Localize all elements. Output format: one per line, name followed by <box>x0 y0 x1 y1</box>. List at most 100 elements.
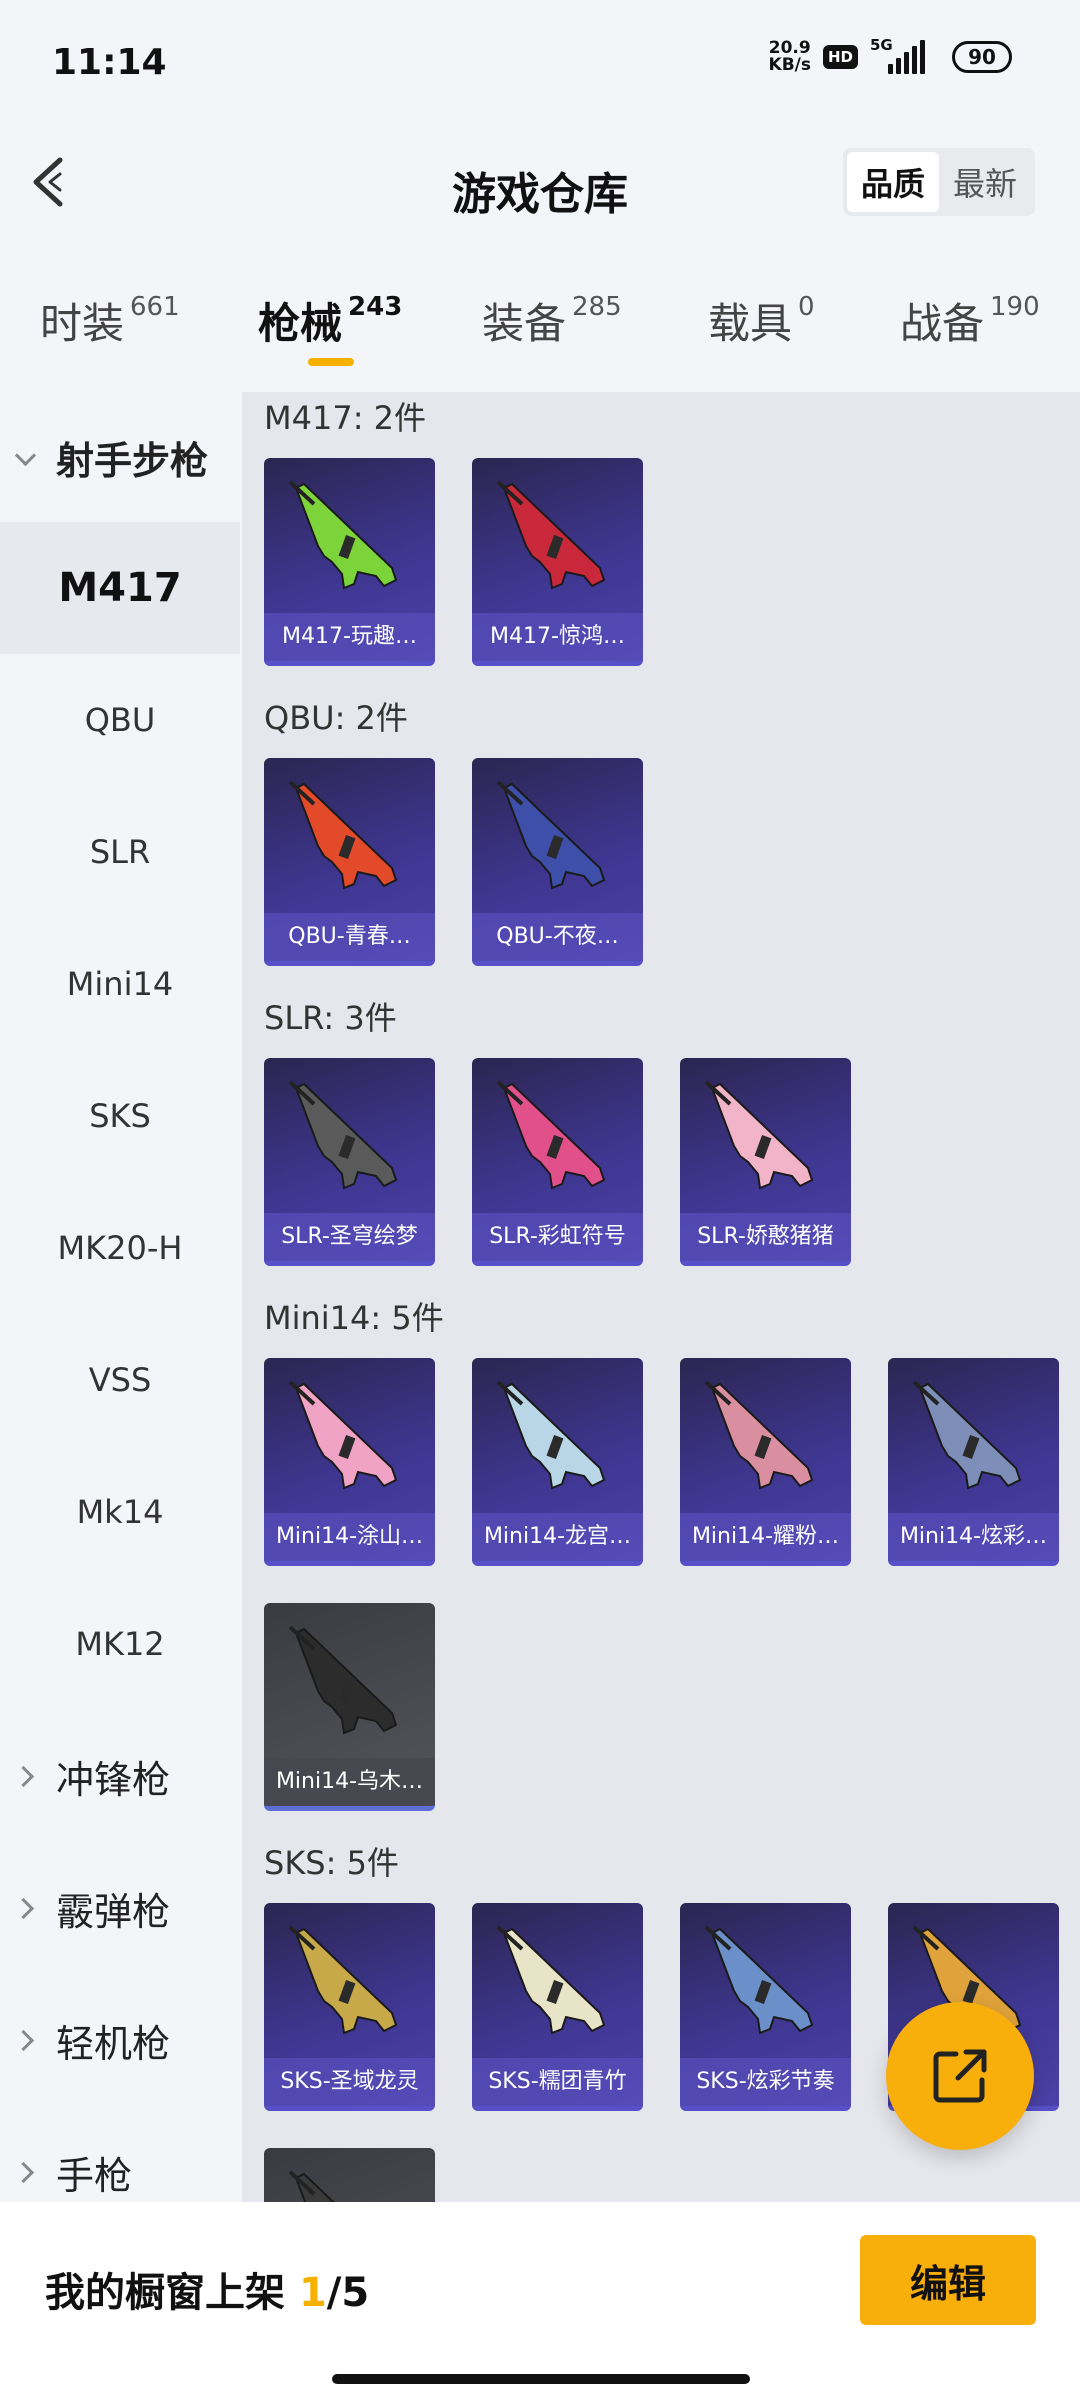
sidebar-item-vss[interactable]: VSS <box>0 1314 240 1446</box>
header: 游戏仓库 品质 最新 <box>0 130 1080 240</box>
rifle-icon <box>496 480 606 590</box>
status-bar: 11:14 20.9 KB/s HD 5G 90 <box>0 0 1080 120</box>
rifle-icon <box>912 1380 1022 1490</box>
weapon-skin-card[interactable]: SLR-彩虹符号 <box>472 1058 643 1266</box>
weapon-skin-card[interactable]: M417-玩趣… <box>264 458 435 666</box>
sidebar-item-qbu[interactable]: QBU <box>0 654 240 786</box>
sidebar-group-marksman-rifles[interactable]: 射手步枪 <box>0 392 240 522</box>
weapon-skin-card[interactable]: M417-惊鸿… <box>472 458 643 666</box>
rifle-icon <box>496 1925 606 2035</box>
weapon-skin-card[interactable]: SKS-圣域龙灵 <box>264 1903 435 2111</box>
weapon-section: Mini14: 5件 Mini14-涂山… Mini14-龙宫… Mini14-耀粉…… <box>242 1292 1080 1811</box>
rifle-icon <box>288 1625 398 1735</box>
sidebar-item-mk14[interactable]: Mk14 <box>0 1446 240 1578</box>
weapon-section: SLR: 3件 SLR-圣穹绘梦 SLR-彩虹符号 SLR-娇憨猪猪 <box>242 992 1080 1266</box>
section-title: SLR: 3件 <box>264 999 397 1037</box>
back-button[interactable] <box>22 152 82 212</box>
sections-root: M417: 2件 M417-玩趣… M417-惊鸿… QBU: 2件 QBU-青春… QB… <box>242 392 1080 2202</box>
sidebar-item-sks[interactable]: SKS <box>0 1050 240 1182</box>
rifle-icon <box>288 780 398 890</box>
rifle-icon <box>288 1925 398 2035</box>
sort-quality-option[interactable]: 品质 <box>847 152 939 212</box>
category-tabs: 时装 661 枪械 243 装备 285 载具 0 战备 190 <box>0 280 1080 390</box>
chevron-right-icon <box>16 1897 38 1919</box>
weapon-skin-name: SKS-炫彩节奏 <box>680 2058 851 2106</box>
weapon-skin-name: SLR-娇憨猪猪 <box>680 1213 851 1261</box>
rifle-icon <box>704 1925 814 2035</box>
sidebar-item-mk20h[interactable]: MK20-H <box>0 1182 240 1314</box>
sidebar-group-shotgun[interactable]: 霰弹枪 <box>0 1842 240 1974</box>
weapon-skin-card[interactable]: Mini14-乌木… <box>264 1603 435 1811</box>
rifle-icon <box>704 1380 814 1490</box>
category-sidebar: 射手步枪 M417 QBU SLR Mini14 SKS MK20-H VSS … <box>0 392 240 2202</box>
rifle-icon <box>496 1080 606 1190</box>
weapon-skin-card[interactable] <box>264 2148 435 2202</box>
sidebar-item-m417[interactable]: M417 <box>0 522 240 654</box>
hd-icon: HD <box>822 45 858 69</box>
weapon-section: QBU: 2件 QBU-青春… QBU-不夜… <box>242 692 1080 966</box>
weapon-skin-card[interactable]: SLR-娇憨猪猪 <box>680 1058 851 1266</box>
showcase-total-count: /5 <box>326 2270 370 2316</box>
item-grid: Mini14-涂山… Mini14-龙宫… Mini14-耀粉… Mini14-炫彩…… <box>264 1344 1080 1811</box>
tab-equipment[interactable]: 装备 285 <box>482 290 622 351</box>
weapon-skin-card[interactable]: QBU-青春… <box>264 758 435 966</box>
rifle-icon <box>288 1080 398 1190</box>
chevron-right-icon <box>16 2029 38 2051</box>
item-list: M417: 2件 M417-玩趣… M417-惊鸿… QBU: 2件 QBU-青春… QB… <box>242 392 1080 2202</box>
weapon-skin-name: Mini14-耀粉… <box>680 1513 851 1561</box>
chevron-down-icon <box>16 446 38 468</box>
share-fab-button[interactable] <box>886 2002 1034 2150</box>
rifle-icon <box>288 480 398 590</box>
tab-firearms[interactable]: 枪械 243 <box>258 290 402 351</box>
showcase-current-count: 1 <box>298 2270 327 2316</box>
tab-war-gear[interactable]: 战备 190 <box>900 290 1040 351</box>
weapon-skin-name: SKS-圣域龙灵 <box>264 2058 435 2106</box>
weapon-skin-card[interactable]: Mini14-炫彩… <box>888 1358 1059 1566</box>
status-icons: 20.9 KB/s HD 5G 90 <box>768 36 1012 75</box>
weapon-skin-name: SLR-彩虹符号 <box>472 1213 643 1261</box>
weapon-skin-name: M417-惊鸿… <box>472 613 643 661</box>
status-time: 11:14 <box>52 42 167 83</box>
weapon-skin-name: Mini14-龙宫… <box>472 1513 643 1561</box>
rifle-icon <box>704 1080 814 1190</box>
weapon-skin-name: QBU-不夜… <box>472 913 643 961</box>
sidebar-item-slr[interactable]: SLR <box>0 786 240 918</box>
tab-vehicles[interactable]: 载具 0 <box>708 290 815 351</box>
item-grid: SLR-圣穹绘梦 SLR-彩虹符号 SLR-娇憨猪猪 <box>264 1044 1080 1266</box>
rifle-icon <box>496 780 606 890</box>
sidebar-group-lmg[interactable]: 轻机枪 <box>0 1974 240 2106</box>
weapon-skin-card[interactable]: Mini14-耀粉… <box>680 1358 851 1566</box>
weapon-skin-card[interactable]: Mini14-龙宫… <box>472 1358 643 1566</box>
network-speed: 20.9 KB/s <box>768 38 811 75</box>
tab-fashion[interactable]: 时装 661 <box>40 290 180 351</box>
weapon-skin-card[interactable]: SLR-圣穹绘梦 <box>264 1058 435 1266</box>
sort-newest-option[interactable]: 最新 <box>939 152 1031 212</box>
edit-button[interactable]: 编辑 <box>860 2235 1036 2325</box>
showcase-label: 我的橱窗上架 1/5 <box>45 2270 370 2316</box>
weapon-skin-card[interactable]: Mini14-涂山… <box>264 1358 435 1566</box>
home-indicator[interactable] <box>332 2374 750 2384</box>
weapon-skin-card[interactable]: SKS-糯团青竹 <box>472 1903 643 2111</box>
section-title: M417: 2件 <box>264 399 427 437</box>
section-title: Mini14: 5件 <box>264 1299 444 1337</box>
back-arrow-icon <box>33 157 63 207</box>
weapon-skin-name: Mini14-涂山… <box>264 1513 435 1561</box>
weapon-skin-name: Mini14-乌木… <box>264 1758 435 1806</box>
weapon-skin-name: M417-玩趣… <box>264 613 435 661</box>
active-tab-indicator <box>308 358 354 366</box>
weapon-skin-card[interactable]: SKS-炫彩节奏 <box>680 1903 851 2111</box>
sidebar-item-mini14[interactable]: Mini14 <box>0 918 240 1050</box>
item-grid: QBU-青春… QBU-不夜… <box>264 744 1080 966</box>
weapon-skin-name: SKS-糯团青竹 <box>472 2058 643 2106</box>
rifle-icon <box>496 1380 606 1490</box>
section-title: SKS: 5件 <box>264 1844 399 1882</box>
sidebar-group-smg[interactable]: 冲锋枪 <box>0 1710 240 1842</box>
weapon-skin-name: Mini14-炫彩… <box>888 1513 1059 1561</box>
sidebar-group-pistol[interactable]: 手枪 <box>0 2106 240 2202</box>
external-link-icon <box>933 2049 987 2103</box>
weapon-skin-card[interactable]: QBU-不夜… <box>472 758 643 966</box>
chevron-right-icon <box>16 1765 38 1787</box>
item-grid: M417-玩趣… M417-惊鸿… <box>264 444 1080 666</box>
sidebar-item-mk12[interactable]: MK12 <box>0 1578 240 1710</box>
signal-icon: 5G <box>870 36 940 74</box>
